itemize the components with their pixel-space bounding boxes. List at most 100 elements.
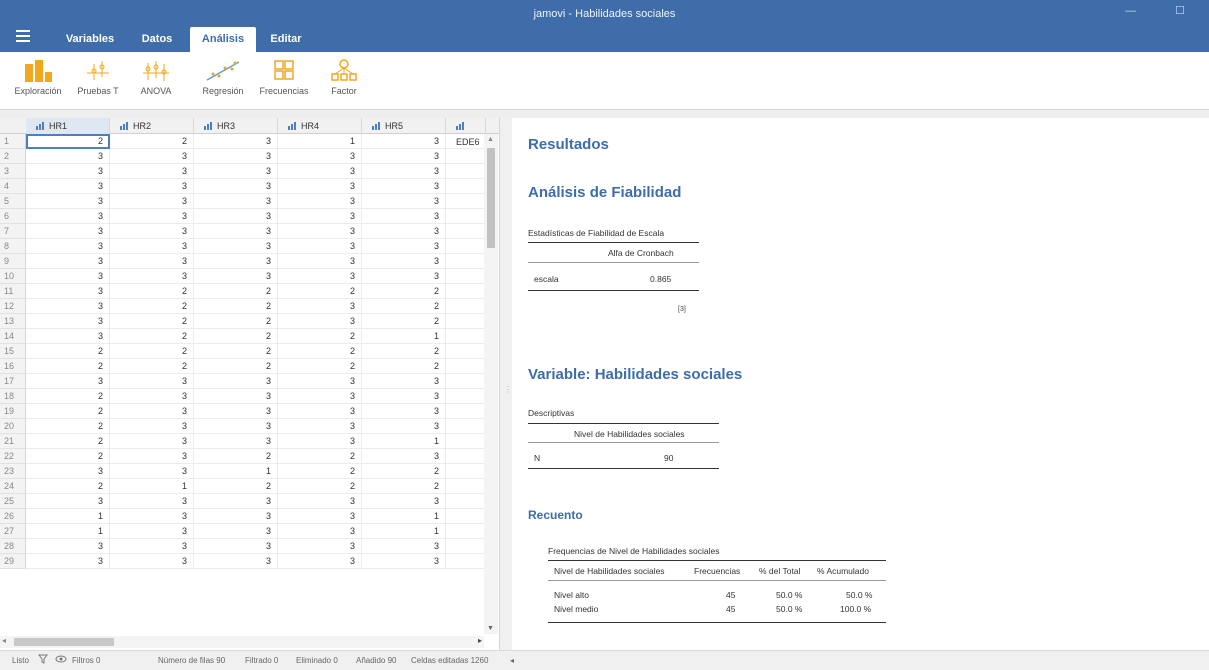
- data-cell[interactable]: [446, 299, 486, 314]
- data-cell[interactable]: 3: [278, 164, 362, 179]
- data-cell[interactable]: 3: [278, 404, 362, 419]
- data-cell[interactable]: 3: [110, 494, 194, 509]
- data-cell[interactable]: 3: [194, 434, 278, 449]
- data-cell[interactable]: 3: [110, 239, 194, 254]
- column-header[interactable]: HR4: [278, 118, 362, 134]
- data-cell[interactable]: 3: [362, 539, 446, 554]
- data-cell[interactable]: 2: [362, 299, 446, 314]
- data-cell[interactable]: 3: [26, 329, 110, 344]
- data-cell[interactable]: 2: [26, 449, 110, 464]
- data-cell[interactable]: 3: [194, 419, 278, 434]
- row-number[interactable]: 2: [0, 149, 26, 164]
- data-cell[interactable]: 1: [194, 464, 278, 479]
- data-cell[interactable]: 1: [278, 134, 362, 149]
- data-cell[interactable]: 3: [278, 149, 362, 164]
- row-number[interactable]: 15: [0, 344, 26, 359]
- scroll-left-icon[interactable]: ◂: [2, 636, 6, 645]
- row-number[interactable]: 12: [0, 299, 26, 314]
- eye-icon[interactable]: [55, 654, 67, 666]
- data-cell[interactable]: 3: [110, 404, 194, 419]
- data-cell[interactable]: 3: [278, 509, 362, 524]
- row-number[interactable]: 7: [0, 224, 26, 239]
- scroll-up-icon[interactable]: ▲: [487, 136, 494, 143]
- data-cell[interactable]: [446, 239, 486, 254]
- data-cell[interactable]: 3: [278, 374, 362, 389]
- data-cell[interactable]: 3: [362, 239, 446, 254]
- data-cell[interactable]: [446, 449, 486, 464]
- data-cell[interactable]: 3: [26, 194, 110, 209]
- data-cell[interactable]: 2: [110, 359, 194, 374]
- data-cell[interactable]: 2: [362, 464, 446, 479]
- filter-icon[interactable]: [38, 654, 48, 666]
- row-number[interactable]: 6: [0, 209, 26, 224]
- horizontal-scrollbar[interactable]: ◂ ▸: [0, 636, 484, 648]
- data-cell[interactable]: 3: [194, 164, 278, 179]
- tab-editar[interactable]: Editar: [262, 27, 310, 52]
- data-cell[interactable]: 3: [278, 179, 362, 194]
- data-cell[interactable]: 3: [26, 164, 110, 179]
- data-cell[interactable]: 2: [278, 479, 362, 494]
- data-cell[interactable]: 2: [194, 359, 278, 374]
- row-number[interactable]: 5: [0, 194, 26, 209]
- data-spreadsheet[interactable]: HR1 HR2 HR3 HR4 HR5 EDE6 12231323333333333343…: [0, 118, 500, 650]
- data-cell[interactable]: 2: [194, 479, 278, 494]
- row-number[interactable]: 1: [0, 134, 26, 149]
- data-cell[interactable]: 3: [362, 374, 446, 389]
- data-cell[interactable]: 1: [26, 509, 110, 524]
- data-cell[interactable]: 2: [194, 314, 278, 329]
- vertical-scroll-thumb[interactable]: [487, 148, 495, 248]
- data-cell[interactable]: 2: [26, 359, 110, 374]
- data-cell[interactable]: 3: [194, 524, 278, 539]
- data-cell[interactable]: 2: [194, 299, 278, 314]
- data-cell[interactable]: 3: [194, 269, 278, 284]
- data-cell[interactable]: [446, 524, 486, 539]
- column-header[interactable]: HR1: [26, 118, 110, 134]
- data-cell[interactable]: 2: [110, 299, 194, 314]
- column-header[interactable]: HR5: [362, 118, 446, 134]
- data-cell[interactable]: 3: [278, 269, 362, 284]
- data-cell[interactable]: 2: [278, 449, 362, 464]
- data-cell[interactable]: 3: [278, 389, 362, 404]
- data-cell[interactable]: 3: [194, 209, 278, 224]
- data-cell[interactable]: [446, 374, 486, 389]
- data-cell[interactable]: 2: [194, 329, 278, 344]
- data-cell[interactable]: 3: [362, 449, 446, 464]
- hamburger-menu-icon[interactable]: [16, 30, 30, 42]
- data-cell[interactable]: 2: [26, 479, 110, 494]
- row-number[interactable]: 24: [0, 479, 26, 494]
- data-cell[interactable]: 3: [110, 509, 194, 524]
- data-cell[interactable]: 3: [110, 389, 194, 404]
- data-cell[interactable]: 2: [110, 134, 194, 149]
- collapse-left-icon[interactable]: ◂: [510, 656, 514, 665]
- data-cell[interactable]: 3: [110, 374, 194, 389]
- data-cell[interactable]: 3: [26, 464, 110, 479]
- data-cell[interactable]: 3: [26, 494, 110, 509]
- row-number[interactable]: 28: [0, 539, 26, 554]
- data-cell[interactable]: 3: [194, 539, 278, 554]
- data-cell[interactable]: [446, 509, 486, 524]
- data-cell[interactable]: 1: [362, 509, 446, 524]
- regresion-button[interactable]: Regresión: [198, 58, 248, 96]
- data-cell[interactable]: 1: [362, 329, 446, 344]
- scroll-right-icon[interactable]: ▸: [478, 636, 482, 645]
- data-cell[interactable]: 2: [362, 284, 446, 299]
- data-cell[interactable]: 2: [26, 134, 110, 149]
- data-cell[interactable]: [446, 434, 486, 449]
- row-number[interactable]: 27: [0, 524, 26, 539]
- row-number[interactable]: 23: [0, 464, 26, 479]
- row-number[interactable]: 14: [0, 329, 26, 344]
- data-cell[interactable]: 2: [362, 344, 446, 359]
- exploracion-button[interactable]: Exploración: [10, 58, 66, 96]
- data-cell[interactable]: 2: [278, 284, 362, 299]
- data-cell[interactable]: [446, 149, 486, 164]
- data-cell[interactable]: 3: [26, 179, 110, 194]
- data-cell[interactable]: 3: [362, 554, 446, 569]
- row-number[interactable]: 8: [0, 239, 26, 254]
- data-cell[interactable]: 2: [194, 284, 278, 299]
- factor-button[interactable]: Factor: [324, 58, 364, 96]
- data-cell[interactable]: 3: [278, 434, 362, 449]
- row-number[interactable]: 11: [0, 284, 26, 299]
- data-cell[interactable]: 3: [362, 224, 446, 239]
- data-cell[interactable]: 3: [110, 269, 194, 284]
- data-cell[interactable]: 3: [362, 494, 446, 509]
